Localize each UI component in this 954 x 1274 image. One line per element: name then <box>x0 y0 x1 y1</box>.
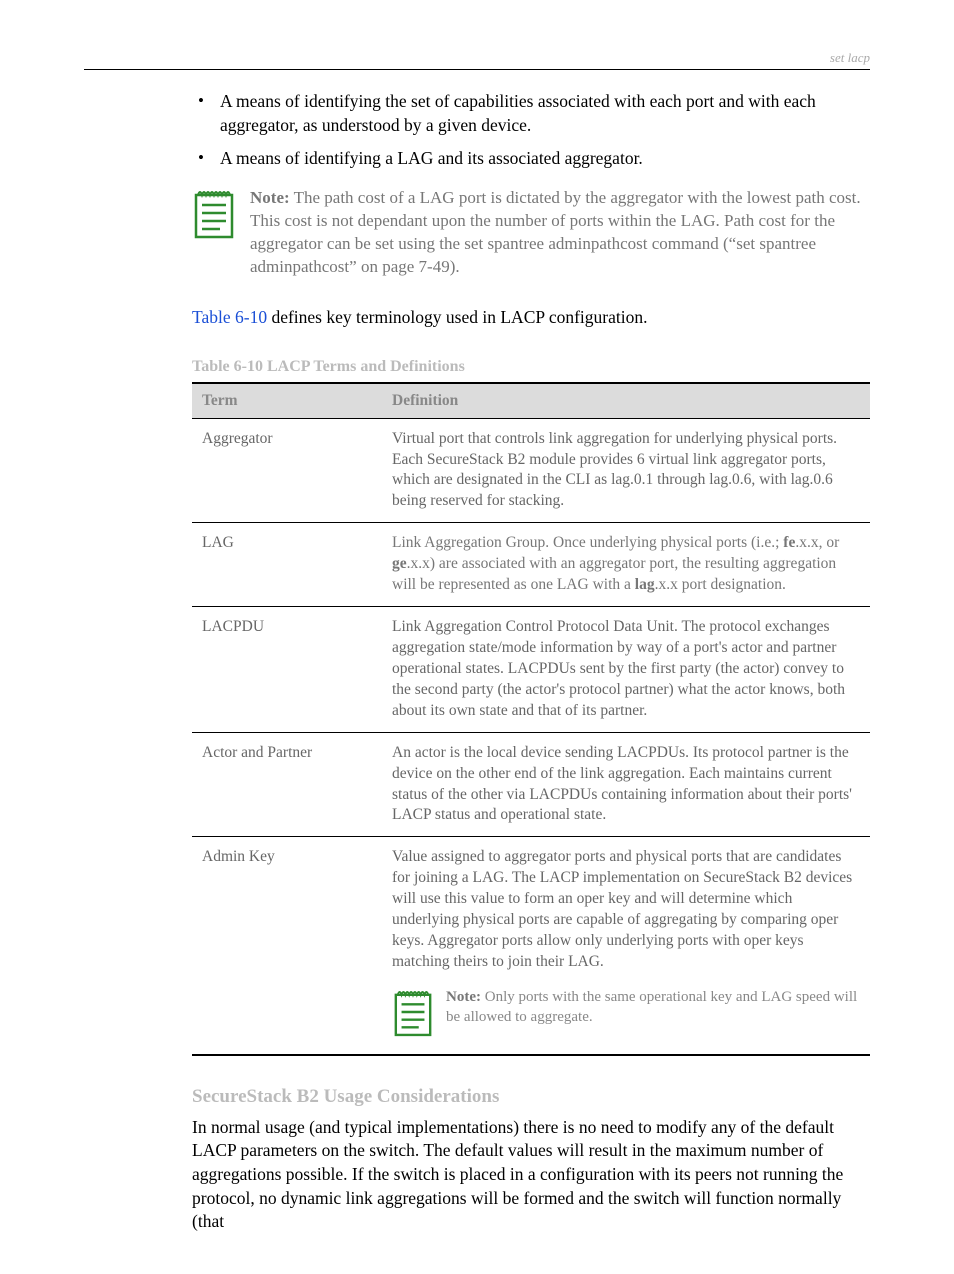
definition-text: Virtual port that controls link aggregat… <box>392 430 837 510</box>
section-heading: SecureStack B2 Usage Considerations <box>192 1086 870 1108</box>
term-cell: LACPDU <box>192 607 382 733</box>
definition-cell: Value assigned to aggregator ports and p… <box>382 837 870 1055</box>
bullet-item: A means of identifying the set of capabi… <box>192 90 870 137</box>
note-callout: Note: The path cost of a LAG port is dic… <box>192 187 870 279</box>
inner-note-body: Note: Only ports with the same operation… <box>446 987 860 1028</box>
inner-note-label: Note: <box>446 989 481 1005</box>
note-icon <box>192 187 236 244</box>
definition-text: Value assigned to aggregator ports and p… <box>392 847 860 973</box>
bullet-list: A means of identifying the set of capabi… <box>192 90 870 171</box>
note-icon <box>392 987 434 1044</box>
page-header: set lacp <box>84 56 870 70</box>
table-row: Actor and Partner An actor is the local … <box>192 732 870 837</box>
note-body: Note: The path cost of a LAG port is dic… <box>250 187 870 279</box>
table-header-row: Term Definition <box>192 383 870 419</box>
table-header-term: Term <box>192 383 382 419</box>
table-caption: Table 6-10 LACP Terms and Definitions <box>192 358 870 382</box>
intro-rest: defines key terminology used in LACP con… <box>267 307 647 327</box>
note-text: The path cost of a LAG port is dictated … <box>250 188 861 276</box>
terms-table: Table 6-10 LACP Terms and Definitions Te… <box>192 358 870 1056</box>
definition-cell: Virtual port that controls link aggregat… <box>382 418 870 523</box>
inner-note: Note: Only ports with the same operation… <box>392 987 860 1044</box>
definition-cell: Link Aggregation Control Protocol Data U… <box>382 607 870 733</box>
definition-cell: Link Aggregation Group. Once underlying … <box>382 523 870 607</box>
header-right-text: set lacp <box>830 50 870 66</box>
definition-bold: lag <box>635 576 655 593</box>
definition-rest: .x.x, or <box>795 534 839 551</box>
table-row: LAG Link Aggregation Group. Once underly… <box>192 523 870 607</box>
bullet-item: A means of identifying a LAG and its ass… <box>192 147 870 171</box>
term-cell: LAG <box>192 523 382 607</box>
definition-bold: ge <box>392 555 407 572</box>
definition-rest3: .x.x port designation. <box>655 576 786 593</box>
intro-paragraph: Table 6-10 defines key terminology used … <box>192 307 870 328</box>
table-row: LACPDU Link Aggregation Control Protocol… <box>192 607 870 733</box>
term-cell: Actor and Partner <box>192 732 382 837</box>
definition-prefix: Link Aggregation Group. Once underlying … <box>392 534 783 551</box>
definition-cell: An actor is the local device sending LAC… <box>382 732 870 837</box>
term-cell: Aggregator <box>192 418 382 523</box>
table-row: Admin Key Value assigned to aggregator p… <box>192 837 870 1055</box>
definition-bold: fe <box>783 534 795 551</box>
note-label: Note: <box>250 188 290 207</box>
term-cell: Admin Key <box>192 837 382 1055</box>
inner-note-text: Only ports with the same operational key… <box>446 989 857 1025</box>
usage-paragraph: In normal usage (and typical implementat… <box>192 1116 870 1234</box>
table-header-definition: Definition <box>382 383 870 419</box>
table-link[interactable]: Table 6-10 <box>192 307 267 327</box>
table-row: Aggregator Virtual port that controls li… <box>192 418 870 523</box>
